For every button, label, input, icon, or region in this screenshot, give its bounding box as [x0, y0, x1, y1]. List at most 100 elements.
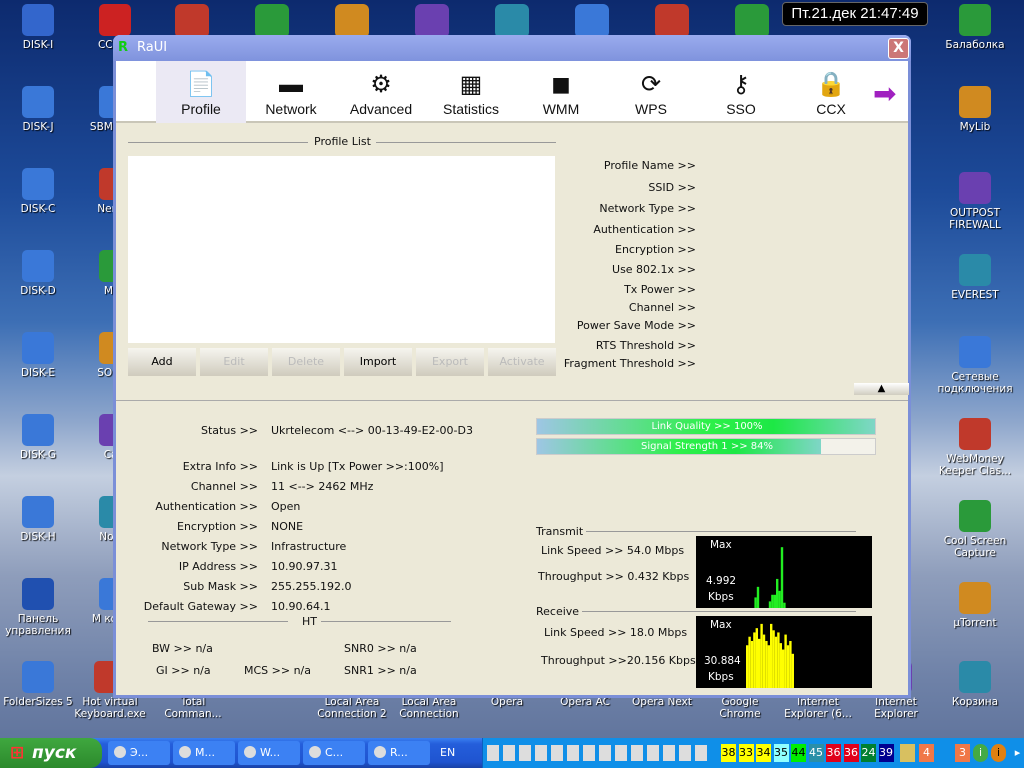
delete-button[interactable]: Delete	[272, 348, 340, 376]
desktop-icon[interactable]: Сетевые подключения	[937, 336, 1013, 395]
desktop-icon-glyph	[22, 250, 54, 282]
desktop-icon[interactable]: MyLib	[937, 86, 1013, 133]
desktop-icon[interactable]: EVEREST	[937, 254, 1013, 301]
import-button[interactable]: Import	[344, 348, 412, 376]
computer-icon	[244, 746, 256, 758]
tray-temperature[interactable]: 39	[878, 744, 894, 762]
desktop-icon[interactable]: Cool Screen Capture	[937, 500, 1013, 559]
desktop-icon[interactable]: FolderSizes 5	[0, 661, 76, 708]
chart-icon[interactable]	[900, 744, 915, 762]
graph-bar	[780, 547, 784, 608]
graph-bar	[773, 594, 776, 608]
tray-temperature[interactable]: 44	[791, 744, 806, 762]
desktop-icon[interactable]: DISK-G	[0, 414, 76, 461]
tray-temperature[interactable]: 33	[738, 744, 754, 762]
desktop-icon-label: µTorrent	[953, 617, 997, 629]
activate-button[interactable]: Activate	[488, 348, 556, 376]
desktop-icon-glyph[interactable]	[415, 4, 449, 38]
desktop-icon-glyph	[959, 336, 991, 368]
tray-temperature[interactable]: 38	[721, 744, 736, 762]
taskbar-task[interactable]: W...	[238, 741, 300, 765]
start-button[interactable]: ⊞ пуск	[0, 738, 102, 768]
tray-badge[interactable]: 4	[919, 744, 934, 762]
desktop-icon[interactable]: DISK-E	[0, 332, 76, 379]
status-value: 11 <--> 2462 MHz	[271, 480, 374, 493]
desktop-icon[interactable]: OUTPOST FIREWALL	[937, 172, 1013, 231]
profile-field-label: Profile Name >>	[603, 159, 696, 172]
everest-icon[interactable]: i	[991, 744, 1006, 762]
desktop-icon-label: Сетевые подключения	[937, 371, 1013, 395]
desktop-icon-glyph[interactable]	[255, 4, 289, 38]
status-value: Open	[271, 500, 301, 513]
desktop-icon-label: Панель управления	[5, 613, 71, 637]
tray-temperature[interactable]: 34	[756, 744, 771, 762]
tab-profile[interactable]: 📄 Profile	[156, 61, 246, 123]
desktop-icon[interactable]: DISK-H	[0, 496, 76, 543]
tray-temperature[interactable]: 36	[843, 744, 859, 762]
desktop-icon-label: Total Comman...	[164, 696, 222, 720]
taskbar-task[interactable]: Э...	[108, 741, 170, 765]
desktop-icon-glyph[interactable]	[655, 4, 689, 38]
info-icon[interactable]: i	[973, 744, 988, 762]
tray-temperature[interactable]: 24	[861, 744, 876, 762]
desktop-icon-glyph[interactable]	[735, 4, 769, 38]
graph-bar	[756, 586, 760, 608]
tab-ccx[interactable]: 🔒 CCX	[786, 61, 876, 123]
tab-wps[interactable]: ⟳ WPS	[606, 61, 696, 123]
profile-field-label: Encryption >>	[615, 243, 696, 256]
expand-tray-icon[interactable]: ▸	[1010, 744, 1024, 762]
desktop-icon-glyph	[22, 414, 54, 446]
next-arrow-icon[interactable]: ➡	[873, 77, 896, 110]
desktop-icon[interactable]: Корзина	[937, 661, 1013, 708]
tray-temperature[interactable]: 35	[773, 744, 789, 762]
add-button[interactable]: Add	[128, 348, 196, 376]
desktop-icon[interactable]: DISK-J	[0, 86, 76, 133]
taskbar-task[interactable]: M...	[173, 741, 235, 765]
ht-snr1: SNR1 >> n/a	[344, 664, 417, 677]
tab-network[interactable]: ▬ Network	[246, 61, 336, 123]
desktop-icon-glyph	[959, 500, 991, 532]
export-button[interactable]: Export	[416, 348, 484, 376]
desktop-icon[interactable]: Панель управления	[0, 578, 76, 637]
desktop-icon-glyph	[959, 418, 991, 450]
tray-badge[interactable]: 3	[955, 744, 970, 762]
tab-wmm[interactable]: ◼ WMM	[516, 61, 606, 123]
tab-sso[interactable]: ⚷ SSO	[696, 61, 786, 123]
tab-label: CCX	[816, 101, 846, 117]
language-indicator[interactable]: EN	[440, 746, 455, 759]
desktop-icon-glyph[interactable]	[495, 4, 529, 38]
desktop-icon[interactable]: Балаболка	[937, 4, 1013, 51]
status-label: Channel >>	[190, 480, 258, 493]
tab-statistics[interactable]: ▦ Statistics	[426, 61, 516, 123]
desktop-icon-glyph	[959, 86, 991, 118]
desktop-icon[interactable]: µTorrent	[937, 582, 1013, 629]
desktop-icon[interactable]: DISK-D	[0, 250, 76, 297]
tab-advanced[interactable]: ⚙ Advanced	[336, 61, 426, 123]
desktop-icon[interactable]: WebMoney Keeper Clas...	[937, 418, 1013, 477]
desktop-icon-label: Cool Screen Capture	[943, 535, 1007, 559]
connection-icon	[309, 746, 321, 758]
profile-field-label: Channel >>	[628, 301, 696, 314]
desktop-icon[interactable]: DISK-I	[0, 4, 76, 51]
tray-icons[interactable]	[487, 745, 707, 761]
desktop-icon-glyph[interactable]	[335, 4, 369, 38]
tray-temperature[interactable]: 45	[808, 744, 824, 762]
network-icon	[179, 746, 191, 758]
edit-button[interactable]: Edit	[200, 348, 268, 376]
graph-bar	[753, 632, 756, 688]
title-bar[interactable]: R RaUI X	[113, 35, 911, 61]
desktop-icon-glyph	[22, 661, 54, 693]
close-button[interactable]: X	[888, 38, 909, 59]
graph-bar	[778, 590, 781, 608]
desktop-icon-glyph[interactable]	[575, 4, 609, 38]
collapse-button[interactable]: ▲	[854, 383, 909, 395]
taskbar-task[interactable]: R...	[368, 741, 430, 765]
profile-list[interactable]	[128, 156, 555, 343]
desktop-icon[interactable]: DISK-C	[0, 168, 76, 215]
taskbar-task[interactable]: C...	[303, 741, 365, 765]
tray-temperature[interactable]: 36	[826, 744, 841, 762]
graph-bar	[789, 640, 792, 688]
desktop-icon-glyph[interactable]	[175, 4, 209, 38]
desktop-icon-label: Local Area Connection	[399, 696, 459, 720]
desktop-icon-glyph	[99, 4, 131, 36]
